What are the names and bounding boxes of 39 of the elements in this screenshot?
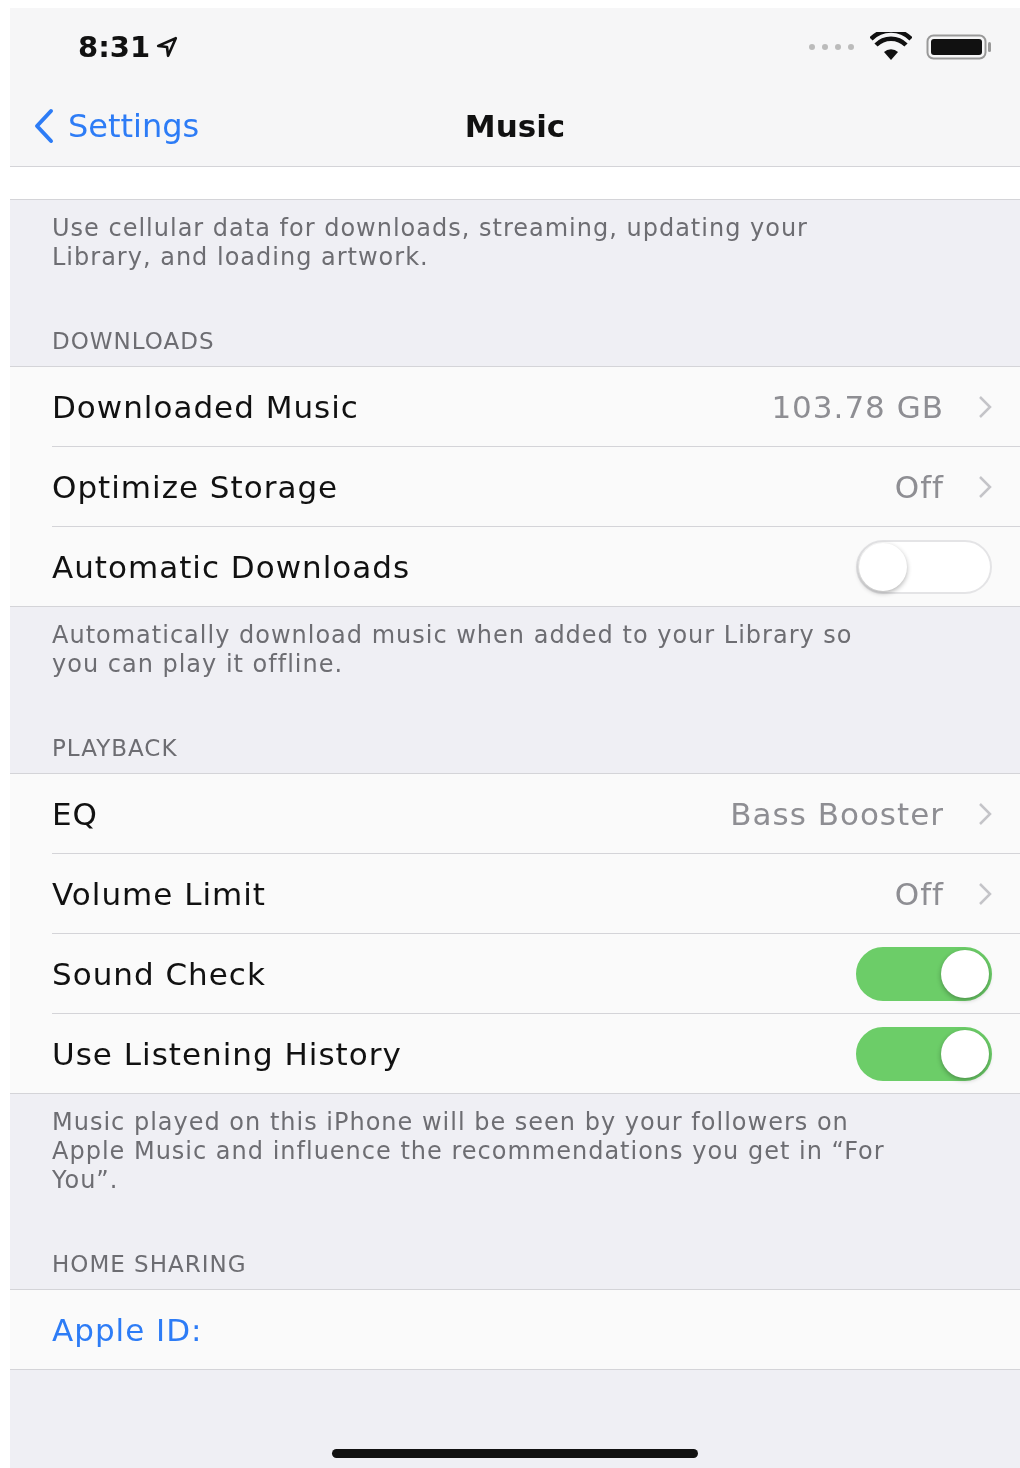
settings-row[interactable]: Downloaded Music 103.78 GB: [52, 367, 1020, 447]
row-label: Downloaded Music: [52, 388, 360, 425]
row-value: 103.78 GB: [771, 388, 944, 425]
chevron-icon: [978, 394, 992, 419]
section-footer: Music played on this iPhone will be seen by your followers on Apple Music and influence the recommendations you get in “For You”.: [10, 1094, 1020, 1195]
chevron-icon: [978, 474, 992, 499]
chevron-icon: [978, 881, 992, 906]
settings-row[interactable]: EQ Bass Booster: [52, 774, 1020, 854]
row-label: Automatic Downloads: [52, 548, 412, 585]
row-value: Bass Booster: [730, 795, 944, 832]
settings-row[interactable]: Volume Limit Off: [52, 854, 1020, 934]
location-arrow-icon: [156, 36, 179, 58]
back-link[interactable]: Settings: [34, 107, 200, 145]
settings-row[interactable]: Sound Check: [52, 934, 1020, 1014]
row-label: EQ: [52, 795, 99, 832]
status-time: 8:31: [78, 30, 151, 64]
page-title: Music: [464, 108, 566, 144]
row-label: Optimize Storage: [52, 468, 340, 505]
battery-icon: [926, 34, 992, 60]
section-header: PLAYBACK: [51, 734, 179, 763]
section-footer: Use cellular data for downloads, streaming, updating your Library, and loading artwork.: [10, 200, 1020, 272]
row-label: Sound Check: [52, 955, 267, 992]
back-chevron-icon[interactable]: [34, 108, 54, 144]
row-value: Off: [894, 468, 944, 505]
toggle-switch[interactable]: [856, 946, 992, 1001]
row-label: Apple ID:: [52, 1311, 204, 1348]
section-header: DOWNLOADS: [51, 327, 216, 356]
row-label: Use Listening History: [52, 1035, 403, 1072]
row-value: Off: [894, 875, 944, 912]
settings-row[interactable]: Use Listening History: [52, 1014, 1020, 1093]
wifi-icon: [870, 32, 912, 62]
section-footer: Automatically download music when added to your Library so you can play it offline.: [10, 607, 1020, 679]
settings-row[interactable]: Optimize Storage Off: [52, 447, 1020, 527]
toggle-switch[interactable]: [856, 1026, 992, 1081]
chevron-icon: [978, 801, 992, 826]
section-header: HOME SHARING: [51, 1250, 248, 1279]
settings-row[interactable]: Automatic Downloads: [52, 527, 1020, 606]
row-label: Volume Limit: [52, 875, 267, 912]
signal-icon: [808, 43, 856, 51]
